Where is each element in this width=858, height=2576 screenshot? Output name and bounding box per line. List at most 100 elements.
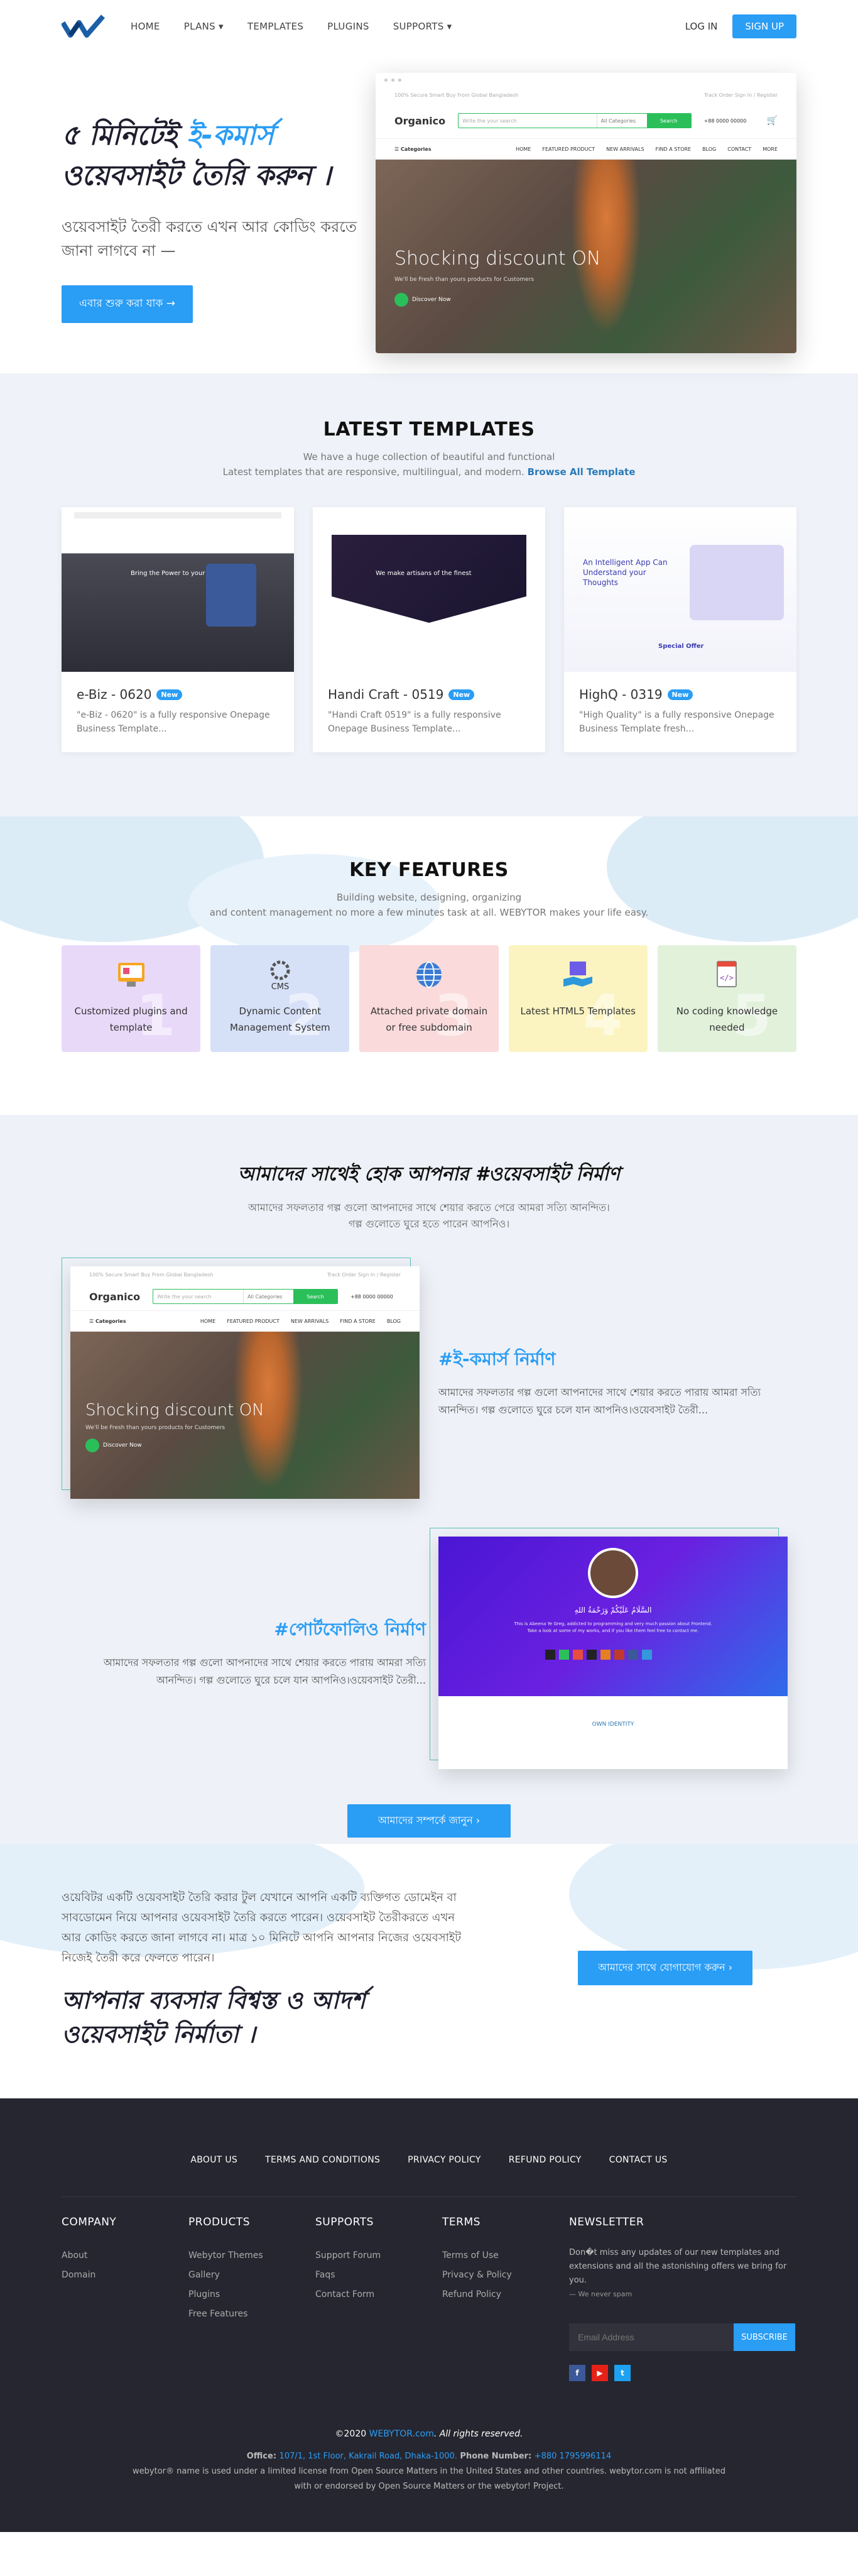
mock-menu-item: NEW ARRIVALS — [290, 1318, 329, 1324]
template-desc: "High Quality" is a fully responsive One… — [579, 710, 774, 734]
template-title: Handi Craft - 0519 — [328, 687, 444, 702]
mock-categories-label: Categories — [95, 1318, 126, 1324]
mock-banner-button: Discover Now — [85, 1439, 142, 1452]
portfolio-social-icons — [545, 1650, 652, 1660]
mock-search: Write the your search All Categories Sea… — [153, 1289, 338, 1304]
footer-link[interactable]: Free Features — [188, 2305, 315, 2324]
login-link[interactable]: LOG IN — [685, 21, 718, 32]
portfolio-screenshot: السَّلَامُ عَلَيْكُمْ وَرَحْمَةُ اللهِ T… — [438, 1537, 788, 1769]
footer-link[interactable]: Privacy & Policy — [442, 2266, 569, 2285]
footer-link[interactable]: Contact Form — [315, 2285, 442, 2305]
footer-link-about[interactable]: ABOUT US — [190, 2155, 237, 2165]
portfolio-intro: This is Abeena Ye Greg, addicted to prog… — [514, 1621, 712, 1633]
key-features-section: KEY FEATURES Building website, designing… — [0, 816, 858, 1115]
build-section: আমাদের সাথেই হোক আপনার #ওয়েবসাইট নির্মা… — [0, 1115, 858, 1844]
portfolio-row: #পোর্টফোলিও নির্মাণ আমাদের সফলতার গল্প গ… — [62, 1528, 796, 1779]
menu-templates[interactable]: TEMPLATES — [247, 21, 303, 32]
footer-link-privacy[interactable]: PRIVACY POLICY — [408, 2155, 481, 2165]
feature-card: 4 Latest HTML5 Templates — [508, 945, 648, 1052]
mock-topbar-right: Track Order Sign In / Register — [327, 1271, 401, 1278]
portfolio-text: #পোর্টফোলিও নির্মাণ আমাদের সফলতার গল্প গ… — [87, 1616, 426, 1689]
hero-title-part: ৫ মিনিটেই — [62, 119, 187, 151]
template-cards: Bring the Power to your Friday e-Biz - 0… — [62, 507, 796, 752]
webytor-logo[interactable] — [62, 14, 106, 39]
mock-banner: Shocking discount ON We'll be Fresh than… — [376, 160, 796, 353]
mock-topbar-right: Track Order Sign In / Register — [704, 92, 778, 98]
about-us-button[interactable]: আমাদের সম্পর্কে জানুন › — [347, 1804, 511, 1838]
footer-link[interactable]: About — [62, 2246, 188, 2266]
signup-button[interactable]: SIGN UP — [732, 14, 796, 38]
template-card[interactable]: An Intelligent App Can Understand your T… — [564, 507, 796, 752]
footer-link-terms[interactable]: TERMS AND CONDITIONS — [265, 2155, 380, 2165]
get-started-button[interactable]: এবার শুরু করা যাক → — [62, 285, 193, 323]
menu-plans[interactable]: PLANS ▾ — [184, 21, 224, 32]
feature-card: 1 Customized plugins and template — [62, 945, 201, 1052]
mock-banner-subtitle: We'll be Fresh than yours products for C… — [394, 277, 535, 283]
footer-link[interactable]: Refund Policy — [442, 2285, 569, 2305]
footer-link[interactable]: Faqs — [315, 2266, 442, 2285]
auth-actions: LOG IN SIGN UP — [685, 14, 796, 38]
mock-search-button: Search — [646, 114, 691, 128]
mock-topbar-left: 100% Secure Smart Buy From Global Bangla… — [89, 1271, 214, 1278]
svg-text:</>: </> — [720, 973, 734, 982]
cms-icon: CMS — [270, 960, 290, 992]
new-badge: New — [156, 689, 183, 700]
footer-link[interactable]: Plugins — [188, 2285, 315, 2305]
cta-heading: আপনার ব্যবসার বিশ্বস্ত ও আদর্শ ওয়েবসাইট… — [62, 1987, 366, 2048]
mock-topbar: 100% Secure Smart Buy From Global Bangla… — [376, 87, 796, 103]
browse-all-link[interactable]: Browse All Template — [528, 466, 636, 478]
newsletter-title: NEWSLETTER — [569, 2216, 644, 2228]
footer-link[interactable]: Webytor Themes — [188, 2246, 315, 2266]
footer-col-title: PRODUCTS — [188, 2216, 251, 2228]
contact-us-button[interactable]: আমাদের সাথে যোগাযোগ করুন › — [578, 1951, 752, 1985]
cta-section: ওয়েবিটর একটি ওয়েবসাইট তৈরি করার টুল যে… — [0, 1844, 858, 2098]
feature-card: 3 Attached private domain or free subdom… — [359, 945, 499, 1052]
footer: ABOUT US TERMS AND CONDITIONS PRIVACY PO… — [0, 2098, 858, 2532]
mock-banner-button-label: Discover Now — [103, 1442, 142, 1449]
template-thumbnail: We make artisans of the finest — [313, 507, 545, 672]
mock-category: All Categories — [243, 1290, 293, 1303]
footer-link[interactable]: Gallery — [188, 2266, 315, 2285]
cms-text: CMS — [271, 982, 290, 992]
mock-menu-item: MORE — [763, 146, 778, 152]
template-card[interactable]: We make artisans of the finest Handi Cra… — [313, 507, 545, 752]
subscribe-button[interactable]: SUBSCRIBE — [734, 2323, 795, 2351]
email-input[interactable] — [569, 2323, 734, 2351]
features-title: KEY FEATURES — [349, 859, 509, 881]
portfolio-banner: السَّلَامُ عَلَيْكُمْ وَرَحْمَةُ اللهِ T… — [438, 1537, 788, 1696]
build-desc-line1: আমাদের সফলতার গল্প গুলো আপনাদের সাথে শেয… — [248, 1202, 610, 1214]
menu-supports[interactable]: SUPPORTS ▾ — [393, 21, 452, 32]
new-badge: New — [667, 689, 693, 700]
youtube-icon[interactable]: ▶ — [592, 2365, 608, 2381]
mock-search-placeholder: Write the your search — [462, 118, 517, 124]
latest-title: LATEST TEMPLATES — [323, 419, 535, 441]
mock-category: All Categories — [596, 114, 647, 128]
footer-link[interactable]: Domain — [62, 2266, 188, 2285]
newsletter-text: Don�t miss any updates of our new templa… — [569, 2248, 787, 2285]
newsletter-form: SUBSCRIBE — [569, 2323, 795, 2351]
copyright-prefix: ©2020 — [335, 2429, 369, 2439]
new-badge: New — [448, 689, 475, 700]
mock-topbar: 100% Secure Smart Buy From Global Bangla… — [70, 1266, 420, 1283]
footer-link[interactable]: Terms of Use — [442, 2246, 569, 2266]
footer-link-contact[interactable]: CONTACT US — [609, 2155, 668, 2165]
footer-link-refund[interactable]: REFUND POLICY — [509, 2155, 582, 2165]
phone-number[interactable]: +880 1795996114 — [535, 2452, 612, 2461]
ecommerce-desc: আমাদের সফলতার গল্প গুলো আপনাদের সাথে শেয… — [438, 1386, 761, 1416]
menu-plugins[interactable]: PLUGINS — [327, 21, 369, 32]
feature-label: Dynamic Content Management System — [230, 1006, 330, 1033]
mock-menu-item: BLOG — [702, 146, 717, 152]
menu-home[interactable]: HOME — [131, 21, 160, 32]
mock-menu-item: FEATURED PRODUCT — [227, 1318, 280, 1324]
mock-menu: ☰ Categories HOME FEATURED PRODUCT NEW A… — [70, 1310, 420, 1332]
template-thumbnail: An Intelligent App Can Understand your T… — [564, 507, 796, 672]
footer-col-company: COMPANY About Domain — [62, 2216, 188, 2381]
copyright-link[interactable]: WEBYTOR.com — [369, 2429, 434, 2439]
footer-link[interactable]: Support Forum — [315, 2246, 442, 2266]
hero-subtitle: ওয়েবসাইট তৈরী করতে এখন আর কোডিং করতে জা… — [62, 218, 357, 260]
feature-label: Attached private domain or free subdomai… — [370, 1006, 488, 1033]
facebook-icon[interactable]: f — [569, 2365, 585, 2381]
twitter-icon[interactable]: t — [614, 2365, 631, 2381]
office-label: Office: — [246, 2452, 280, 2461]
template-card[interactable]: Bring the Power to your Friday e-Biz - 0… — [62, 507, 294, 752]
